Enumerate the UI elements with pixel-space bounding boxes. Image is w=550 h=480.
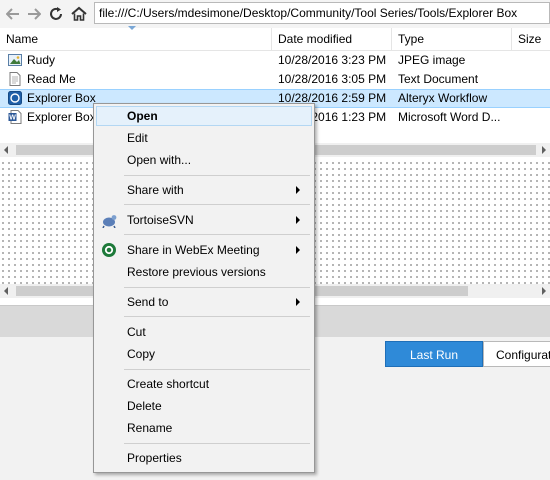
file-type: Alteryx Workflow [398,91,488,105]
image-file-icon [8,53,22,67]
scroll-left-icon[interactable] [4,146,8,154]
scroll-right-icon[interactable] [542,287,546,295]
file-row[interactable]: Read Me 10/28/2016 3:05 PM Text Document [0,70,550,89]
menu-item-label: Send to [127,295,169,309]
menu-item-copy[interactable]: Copy [96,344,312,364]
submenu-arrow-icon [296,246,300,254]
menu-item-label: Share in WebEx Meeting [127,243,260,257]
submenu-arrow-icon [296,186,300,194]
file-name: Rudy [27,53,56,67]
column-header-type[interactable]: Type [392,28,512,50]
menu-item-edit[interactable]: Edit [96,128,312,148]
submenu-arrow-icon [296,298,300,306]
column-header-date-modified[interactable]: Date modified [272,28,392,50]
file-type: JPEG image [398,53,466,67]
alteryx-workflow-icon [8,91,22,105]
refresh-icon[interactable] [47,5,65,23]
menu-separator [124,204,310,205]
menu-item-properties[interactable]: Properties [96,448,312,468]
column-header-name[interactable]: Name [0,28,272,50]
menu-item-send-to[interactable]: Send to [96,292,312,312]
file-name: Read Me [27,72,76,86]
menu-item-create-shortcut[interactable]: Create shortcut [96,374,312,394]
menu-item-label: Share with [127,183,184,197]
submenu-arrow-icon [296,216,300,224]
menu-item-open[interactable]: Open [96,106,312,126]
file-date: 10/28/2016 3:05 PM [278,72,387,86]
menu-item-restore-previous-versions[interactable]: Restore previous versions [96,262,312,282]
menu-separator [124,316,310,317]
address-input[interactable]: file:///C:/Users/mdesimone/Desktop/Commu… [94,2,550,24]
context-menu: Open Edit Open with... Share with Tortoi… [93,103,315,473]
webex-icon [101,242,117,258]
menu-item-delete[interactable]: Delete [96,396,312,416]
file-type: Microsoft Word D... [398,110,501,124]
back-arrow-icon[interactable] [4,5,22,23]
column-header-row: Name Date modified Type Size [0,28,550,51]
menu-separator [124,234,310,235]
menu-separator [124,443,310,444]
tab-last-run[interactable]: Last Run [385,341,483,367]
menu-item-share-with[interactable]: Share with [96,180,312,200]
navigation-bar: file:///C:/Users/mdesimone/Desktop/Commu… [0,0,550,29]
menu-separator [124,175,310,176]
tortoisesvn-icon [101,212,117,229]
file-type: Text Document [398,72,479,86]
sort-indicator-icon [128,26,136,30]
word-document-icon: W [8,110,22,124]
menu-item-label: TortoiseSVN [127,213,194,227]
scroll-left-icon[interactable] [4,287,8,295]
menu-item-rename[interactable]: Rename [96,418,312,438]
tab-configuration[interactable]: Configurati [483,341,550,367]
menu-item-share-webex[interactable]: Share in WebEx Meeting [96,240,312,260]
svg-text:W: W [9,115,16,122]
scroll-right-icon[interactable] [542,146,546,154]
file-date: 10/28/2016 3:23 PM [278,53,387,67]
home-icon[interactable] [70,5,88,23]
text-file-icon [8,72,22,86]
menu-item-tortoisesvn[interactable]: TortoiseSVN [96,210,312,230]
menu-item-open-with[interactable]: Open with... [96,150,312,170]
file-row[interactable]: Rudy 10/28/2016 3:23 PM JPEG image [0,51,550,70]
menu-separator [124,369,310,370]
menu-separator [124,287,310,288]
forward-arrow-icon[interactable] [25,5,43,23]
menu-item-cut[interactable]: Cut [96,322,312,342]
column-header-size[interactable]: Size [512,28,550,50]
